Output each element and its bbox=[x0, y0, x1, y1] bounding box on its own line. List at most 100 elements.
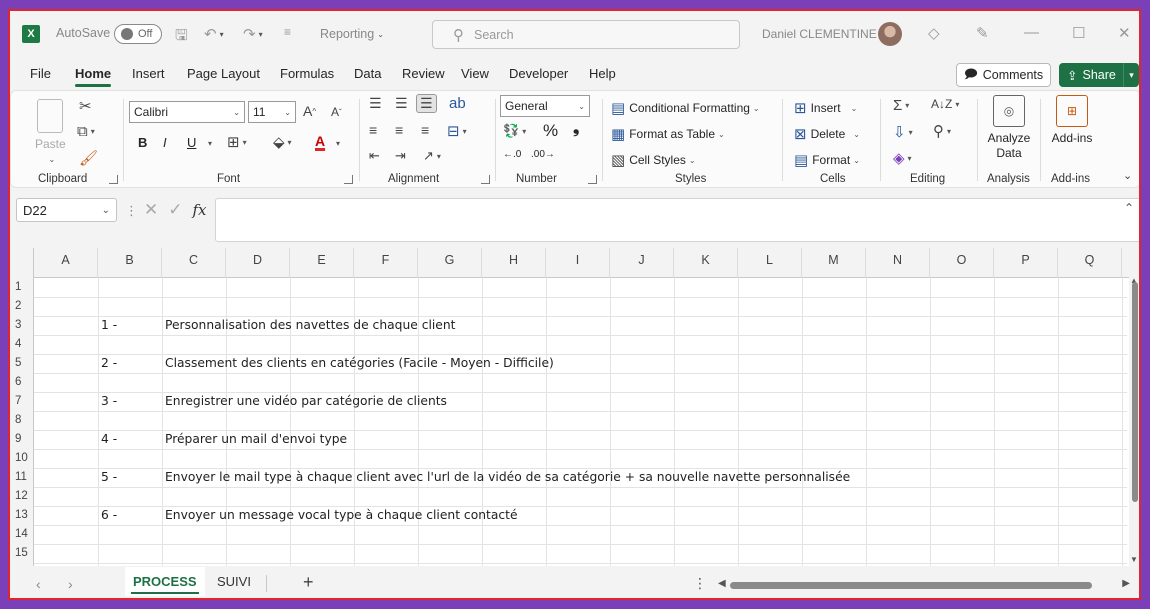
cell-c11[interactable]: Envoyer le mail type à chaque client ave… bbox=[165, 468, 850, 487]
sort-filter-icon[interactable]: A↓Z ▾ bbox=[931, 97, 959, 111]
column-header-b[interactable]: B bbox=[98, 248, 162, 278]
tab-help[interactable]: Help bbox=[589, 66, 616, 81]
undo-icon[interactable]: ↶ ▾ bbox=[204, 25, 224, 43]
conditional-formatting-button[interactable]: ▤ Conditional Formatting ⌄ bbox=[611, 99, 760, 117]
name-box[interactable]: D22 ⌄ bbox=[16, 198, 117, 222]
tab-file[interactable]: File bbox=[30, 66, 51, 81]
column-header-c[interactable]: C bbox=[162, 248, 226, 278]
tab-review[interactable]: Review bbox=[402, 66, 445, 81]
column-header-f[interactable]: F bbox=[354, 248, 418, 278]
row-header-3[interactable]: 3 bbox=[10, 316, 34, 335]
percent-style-button[interactable]: % bbox=[543, 121, 558, 141]
sheet-tab-process[interactable]: PROCESS bbox=[131, 574, 199, 594]
wrap-text-icon[interactable]: ab bbox=[449, 95, 466, 112]
row-header-14[interactable]: 14 bbox=[10, 525, 34, 544]
underline-button[interactable]: U bbox=[187, 135, 196, 150]
cell-c3[interactable]: Personnalisation des navettes de chaque … bbox=[165, 316, 456, 335]
decrease-font-icon[interactable]: Aˇ bbox=[331, 105, 342, 119]
accounting-format-icon[interactable]: 💱 ▾ bbox=[503, 123, 526, 139]
align-right-icon[interactable]: ≡ bbox=[421, 122, 429, 138]
cell-b3[interactable]: 1 - bbox=[101, 316, 117, 335]
column-header-h[interactable]: H bbox=[482, 248, 546, 278]
comments-button[interactable]: 🗩 Comments bbox=[956, 63, 1051, 87]
cell-b5[interactable]: 2 - bbox=[101, 354, 117, 373]
font-size-select[interactable]: 11 ⌄ bbox=[248, 101, 296, 123]
insert-function-button[interactable]: fx bbox=[193, 201, 207, 219]
cell-b13[interactable]: 6 - bbox=[101, 506, 117, 525]
cell-c13[interactable]: Envoyer un message vocal type à chaque c… bbox=[165, 506, 518, 525]
decrease-indent-icon[interactable]: ⇤ bbox=[369, 148, 380, 164]
bold-button[interactable]: B bbox=[138, 135, 147, 150]
collapse-ribbon-icon[interactable]: ⌄ bbox=[1123, 169, 1132, 182]
column-header-a[interactable]: A bbox=[34, 248, 98, 278]
insert-cells-button[interactable]: ⊞ Insert ⌄ bbox=[794, 99, 857, 117]
minimize-icon[interactable]: — bbox=[1024, 24, 1039, 41]
prev-sheet-icon[interactable]: ‹ bbox=[36, 576, 41, 592]
row-header-8[interactable]: 8 bbox=[10, 411, 34, 430]
formula-bar-options-icon[interactable]: ⋮ bbox=[125, 203, 138, 219]
tab-page-layout[interactable]: Page Layout bbox=[187, 66, 260, 81]
formula-input[interactable]: ⌃ bbox=[215, 198, 1139, 242]
comma-style-icon[interactable]: ❟ bbox=[573, 120, 579, 138]
tab-developer[interactable]: Developer bbox=[509, 66, 568, 81]
align-center-icon[interactable]: ≡ bbox=[395, 122, 403, 138]
tab-view[interactable]: View bbox=[461, 66, 489, 81]
cell-c7[interactable]: Enregistrer une vidéo par catégorie de c… bbox=[165, 392, 447, 411]
column-header-n[interactable]: N bbox=[866, 248, 930, 278]
share-button[interactable]: ⇪ Share ▾ bbox=[1059, 63, 1139, 87]
vertical-scrollbar[interactable]: ▲ ▼ bbox=[1129, 274, 1139, 566]
row-header-5[interactable]: 5 bbox=[10, 354, 34, 373]
share-dropdown-icon[interactable]: ▾ bbox=[1123, 63, 1139, 87]
column-header-l[interactable]: L bbox=[738, 248, 802, 278]
format-cells-button[interactable]: ▤ Format ⌄ bbox=[794, 151, 860, 169]
number-format-select[interactable]: General ⌄ bbox=[500, 95, 590, 117]
cell-b11[interactable]: 5 - bbox=[101, 468, 117, 487]
tab-split-handle-icon[interactable]: ⋮ bbox=[693, 575, 707, 592]
row-header-1[interactable]: 1 bbox=[10, 278, 34, 297]
column-header-k[interactable]: K bbox=[674, 248, 738, 278]
cut-icon[interactable]: ✂ bbox=[79, 97, 92, 115]
cell-c9[interactable]: Préparer un mail d'envoi type bbox=[165, 430, 347, 449]
row-header-11[interactable]: 11 bbox=[10, 468, 34, 487]
analyze-data-button[interactable]: ◎ Analyze Data bbox=[985, 95, 1033, 161]
add-ins-button[interactable]: ⊞ Add-ins bbox=[1047, 95, 1097, 146]
column-header-e[interactable]: E bbox=[290, 248, 354, 278]
column-header-d[interactable]: D bbox=[226, 248, 290, 278]
column-header-o[interactable]: O bbox=[930, 248, 994, 278]
autosum-icon[interactable]: Σ ▾ bbox=[893, 97, 909, 114]
font-name-select[interactable]: Calibri ⌄ bbox=[129, 101, 245, 123]
scroll-right-icon[interactable]: ▶ bbox=[1122, 578, 1130, 589]
maximize-icon[interactable]: ☐ bbox=[1072, 24, 1085, 42]
find-select-icon[interactable]: ⚲ ▾ bbox=[933, 122, 951, 140]
increase-font-icon[interactable]: A ^ bbox=[303, 103, 316, 119]
paste-button[interactable]: Paste ⌄ bbox=[35, 99, 66, 167]
cell-b7[interactable]: 3 - bbox=[101, 392, 117, 411]
italic-button[interactable]: I bbox=[163, 135, 167, 150]
clipboard-launcher-icon[interactable] bbox=[109, 175, 118, 184]
row-header-6[interactable]: 6 bbox=[10, 373, 34, 392]
save-icon[interactable]: 🖫 bbox=[175, 25, 188, 50]
increase-decimal-icon[interactable]: ←.0 bbox=[503, 149, 521, 160]
tab-insert[interactable]: Insert bbox=[132, 66, 165, 81]
increase-indent-icon[interactable]: ⇥ bbox=[395, 148, 406, 164]
font-launcher-icon[interactable] bbox=[344, 175, 353, 184]
scroll-left-icon[interactable]: ◀ bbox=[718, 578, 726, 589]
redo-icon[interactable]: ↷ ▾ bbox=[243, 25, 263, 43]
column-header-m[interactable]: M bbox=[802, 248, 866, 278]
row-header-15[interactable]: 15 bbox=[10, 544, 34, 563]
font-color-icon[interactable]: A bbox=[315, 133, 325, 149]
cell-b9[interactable]: 4 - bbox=[101, 430, 117, 449]
close-icon[interactable]: ✕ bbox=[1118, 24, 1131, 42]
fill-icon[interactable]: ⇩ ▾ bbox=[893, 123, 913, 141]
decrease-decimal-icon[interactable]: .00→ bbox=[531, 149, 555, 160]
row-header-12[interactable]: 12 bbox=[10, 487, 34, 506]
vertical-scroll-thumb[interactable] bbox=[1132, 282, 1138, 502]
next-sheet-icon[interactable]: › bbox=[68, 576, 73, 592]
row-header-2[interactable]: 2 bbox=[10, 297, 34, 316]
diamond-icon[interactable]: ◇ bbox=[928, 24, 940, 42]
search-box[interactable]: ⚲ Search bbox=[432, 20, 740, 49]
delete-cells-button[interactable]: ⊠ Delete ⌄ bbox=[794, 125, 860, 143]
avatar[interactable] bbox=[878, 22, 902, 46]
add-sheet-button[interactable]: + bbox=[303, 572, 314, 593]
horizontal-scroll-thumb[interactable] bbox=[730, 582, 1092, 589]
